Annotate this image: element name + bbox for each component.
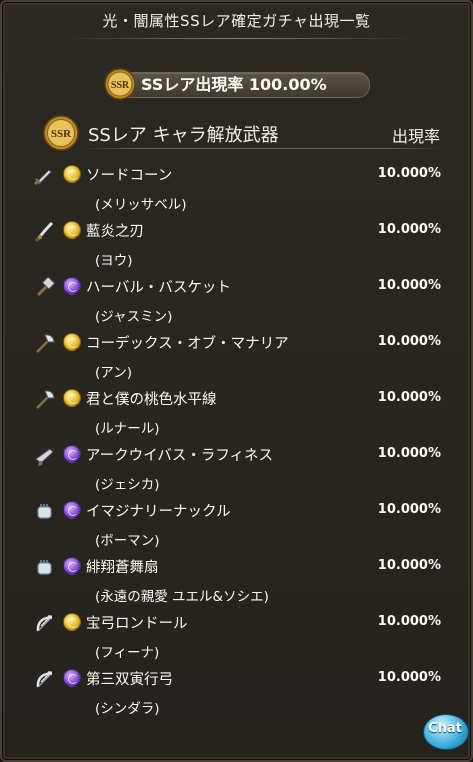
axe-icon [36, 334, 55, 353]
light-element-icon [63, 165, 81, 183]
weapon-name: 緋翔蒼舞扇 [86, 560, 159, 576]
katana-icon [34, 221, 54, 242]
bow-icon [36, 615, 53, 632]
character-name: (シンダラ) [95, 701, 160, 717]
weapon-name: イマジナリーナックル [86, 504, 231, 520]
character-name: (ジェシカ) [95, 477, 160, 493]
list-item: イマジナリーナックル 10.000% (ボーマン) [2, 498, 471, 554]
gacha-rate-panel: 光・闇属性SSレア確定ガチャ出現一覧 SSR SSレア出現率 100.00% S… [0, 0, 473, 762]
title-divider [62, 38, 415, 39]
list-item: 第三双寅行弓 10.000% (シンダラ) [2, 666, 471, 722]
light-element-icon [63, 221, 81, 239]
ssr-badge-text: SSR [111, 80, 130, 91]
character-name: (ヨウ) [95, 253, 133, 269]
chat-button[interactable]: Chat [423, 714, 469, 752]
list-item: コーデックス・オブ・マナリア 10.000% (アン) [2, 330, 471, 386]
character-name: (フィーナ) [95, 645, 160, 661]
list-item: ソードコーン 10.000% (メリッサベル) [2, 162, 471, 218]
weapon-rate: 10.000% [377, 502, 441, 517]
weapon-name: 藍炎之刃 [86, 224, 144, 240]
total-rate-text: SSレア出現率 100.00% [141, 75, 327, 94]
section-divider [84, 148, 442, 149]
fist-icon [37, 560, 52, 575]
character-name: (メリッサベル) [95, 197, 187, 213]
sword-icon [33, 169, 52, 186]
dark-element-icon [63, 277, 81, 295]
section-header: SSR SSレア キャラ解放武器 出現率 [42, 114, 442, 152]
list-item: 君と僕の桃色水平線 10.000% (ルナール) [2, 386, 471, 442]
dark-element-icon [63, 501, 81, 519]
character-name: (ルナール) [95, 421, 160, 437]
weapon-name: 第三双寅行弓 [86, 672, 173, 688]
total-rate-banner: SSR SSレア出現率 100.00% [104, 68, 370, 100]
light-element-icon [63, 389, 81, 407]
ssr-badge-text: SSR [51, 128, 72, 140]
list-item: 藍炎之刃 10.000% (ヨウ) [2, 218, 471, 274]
character-name: (ジャスミン) [95, 309, 173, 325]
character-name: (アン) [95, 365, 132, 381]
axe-icon [36, 390, 55, 409]
weapon-rate: 10.000% [377, 558, 441, 573]
dark-element-icon [63, 445, 81, 463]
weapon-rate: 10.000% [377, 670, 441, 685]
light-element-icon [63, 613, 81, 631]
fist-icon [37, 504, 52, 519]
weapon-name: ハーバル・バスケット [86, 280, 231, 296]
dark-element-icon [63, 557, 81, 575]
section-title: SSレア キャラ解放武器 [88, 125, 279, 146]
list-item: アークウイバス・ラフィネス 10.000% (ジェシカ) [2, 442, 471, 498]
weapon-rate: 10.000% [377, 446, 441, 461]
page-title: 光・闇属性SSレア確定ガチャ出現一覧 [102, 12, 371, 30]
weapon-rate: 10.000% [377, 166, 441, 181]
character-name: (永遠の親愛 ユエル&ソシエ) [95, 589, 269, 605]
weapon-rate: 10.000% [377, 222, 441, 237]
chat-label: Chat [428, 721, 462, 736]
bow-icon [36, 671, 53, 688]
weapon-name: アークウイバス・ラフィネス [86, 448, 274, 464]
weapon-name: 宝弓ロンドール [86, 616, 188, 632]
weapon-rate: 10.000% [377, 614, 441, 629]
list-item: 緋翔蒼舞扇 10.000% (永遠の親愛 ユエル&ソシエ) [2, 554, 471, 610]
weapon-rate: 10.000% [377, 334, 441, 349]
weapon-rate: 10.000% [377, 390, 441, 405]
hammer-icon [36, 276, 55, 297]
weapon-name: コーデックス・オブ・マナリア [86, 336, 289, 352]
dark-element-icon [63, 669, 81, 687]
gun-icon [35, 448, 54, 466]
weapon-name: ソードコーン [86, 168, 173, 184]
list-item: ハーバル・バスケット 10.000% (ジャスミン) [2, 274, 471, 330]
weapon-name: 君と僕の桃色水平線 [86, 392, 217, 408]
ssr-badge-icon: SSR [104, 68, 136, 100]
rate-column-header: 出現率 [391, 127, 440, 146]
character-name: (ボーマン) [95, 533, 160, 549]
weapon-rate: 10.000% [377, 278, 441, 293]
light-element-icon [63, 333, 81, 351]
list-item: 宝弓ロンドール 10.000% (フィーナ) [2, 610, 471, 666]
ssr-badge-icon: SSR [43, 115, 79, 151]
